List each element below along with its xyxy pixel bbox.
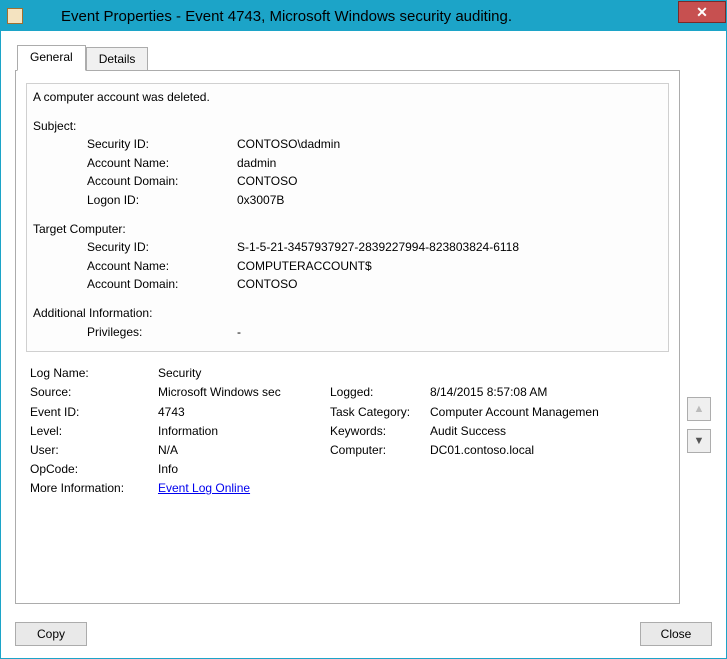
tab-general[interactable]: General (17, 45, 86, 71)
close-icon: ✕ (696, 4, 708, 21)
subject-security-id: CONTOSO\dadmin (237, 135, 662, 154)
log-name-label: Log Name: (30, 364, 158, 383)
computer-label: Computer: (330, 441, 430, 460)
source-label: Source: (30, 383, 158, 402)
subject-account-name: dadmin (237, 154, 662, 173)
tab-strip: General Details (15, 45, 680, 71)
opcode-label: OpCode: (30, 460, 158, 479)
level-label: Level: (30, 422, 158, 441)
level-value: Information (158, 422, 330, 441)
event-id-value: 4743 (158, 403, 330, 422)
titlebar: Event Properties - Event 4743, Microsoft… (1, 1, 726, 31)
subject-account-domain-label: Account Domain: (87, 172, 237, 191)
additional-header: Additional Information: (33, 304, 662, 323)
event-log-online-link[interactable]: Event Log Online (158, 481, 250, 495)
target-account-domain-label: Account Domain: (87, 275, 237, 294)
log-name-value: Security (158, 364, 330, 383)
subject-account-domain: CONTOSO (237, 172, 662, 191)
source-value: Microsoft Windows sec (158, 383, 330, 402)
privileges-value: - (237, 323, 662, 342)
target-account-domain: CONTOSO (237, 275, 662, 294)
content-area: General Details A computer account was d… (1, 31, 726, 614)
window-close-button[interactable]: ✕ (678, 1, 726, 23)
subject-security-id-label: Security ID: (87, 135, 237, 154)
logged-value: 8/14/2015 8:57:08 AM (430, 383, 665, 402)
computer-value: DC01.contoso.local (430, 441, 665, 460)
close-button[interactable]: Close (640, 622, 712, 646)
subject-account-name-label: Account Name: (87, 154, 237, 173)
nav-buttons: ▲ ▼ (686, 45, 712, 604)
opcode-value: Info (158, 460, 330, 479)
next-event-button[interactable]: ▼ (687, 429, 711, 453)
keywords-label: Keywords: (330, 422, 430, 441)
event-metadata: Log Name: Security Source: Microsoft Win… (26, 360, 669, 498)
subject-logon-id-label: Logon ID: (87, 191, 237, 210)
task-category-label: Task Category: (330, 403, 430, 422)
window-title: Event Properties - Event 4743, Microsoft… (31, 8, 726, 25)
event-properties-window: Event Properties - Event 4743, Microsoft… (0, 0, 727, 659)
arrow-down-icon: ▼ (694, 435, 705, 447)
target-account-name: COMPUTERACCOUNT$ (237, 257, 662, 276)
event-id-label: Event ID: (30, 403, 158, 422)
more-info-label: More Information: (30, 479, 158, 498)
copy-button[interactable]: Copy (15, 622, 87, 646)
logged-label: Logged: (330, 383, 430, 402)
app-icon (7, 8, 23, 24)
prev-event-button[interactable]: ▲ (687, 397, 711, 421)
main-column: General Details A computer account was d… (15, 45, 680, 604)
description-summary: A computer account was deleted. (33, 88, 662, 107)
target-header: Target Computer: (33, 220, 662, 239)
event-description: A computer account was deleted. Subject:… (26, 83, 669, 352)
target-security-id: S-1-5-21-3457937927-2839227994-823803824… (237, 238, 662, 257)
tab-panel-general: A computer account was deleted. Subject:… (15, 70, 680, 604)
user-value: N/A (158, 441, 330, 460)
subject-header: Subject: (33, 117, 662, 136)
dialog-footer: Copy Close (1, 614, 726, 658)
target-account-name-label: Account Name: (87, 257, 237, 276)
user-label: User: (30, 441, 158, 460)
target-security-id-label: Security ID: (87, 238, 237, 257)
subject-logon-id: 0x3007B (237, 191, 662, 210)
task-category-value: Computer Account Managemen (430, 403, 665, 422)
tab-details[interactable]: Details (86, 47, 149, 71)
privileges-label: Privileges: (87, 323, 237, 342)
arrow-up-icon: ▲ (694, 403, 705, 415)
keywords-value: Audit Success (430, 422, 665, 441)
